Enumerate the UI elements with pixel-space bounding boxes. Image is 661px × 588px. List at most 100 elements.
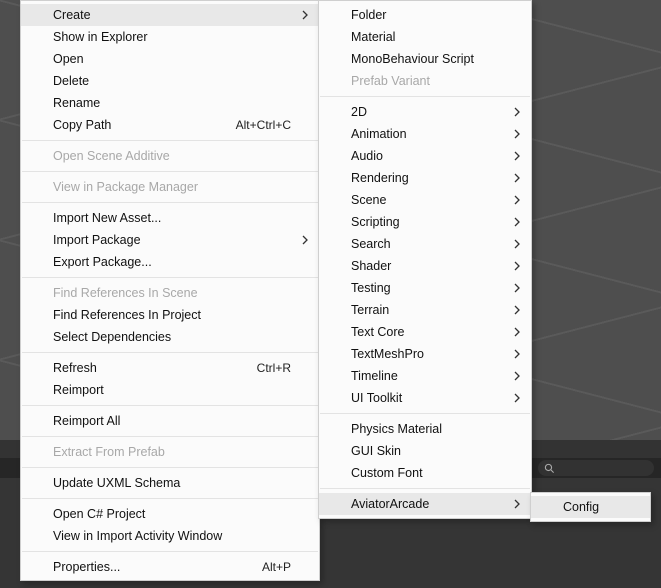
chevron-right-icon — [302, 229, 309, 251]
chevron-right-icon — [514, 343, 521, 365]
menu-separator — [22, 436, 318, 437]
menu-item-label: Text Core — [351, 321, 405, 343]
menu-item-custom-font[interactable]: Custom Font — [319, 462, 531, 484]
menu-item-reimport-all[interactable]: Reimport All — [21, 410, 319, 432]
menu-item-physics-material[interactable]: Physics Material — [319, 418, 531, 440]
chevron-right-icon — [514, 387, 521, 409]
menu-item-copy-path[interactable]: Copy Path Alt+Ctrl+C — [21, 114, 319, 136]
menu-item-label: AviatorArcade — [351, 493, 429, 515]
menu-item-refresh[interactable]: RefreshCtrl+R — [21, 357, 319, 379]
menu-item-show-in-explorer[interactable]: Show in Explorer — [21, 26, 319, 48]
menu-item-label: TextMeshPro — [351, 343, 424, 365]
menu-separator — [22, 277, 318, 278]
menu-item-terrain[interactable]: Terrain — [319, 299, 531, 321]
menu-item-find-references-in-scene: Find References In Scene — [21, 282, 319, 304]
menu-item-aviatorarcade[interactable]: AviatorArcade — [319, 493, 531, 515]
menu-item-config[interactable]: Config — [531, 496, 650, 518]
menu-item-text-core[interactable]: Text Core — [319, 321, 531, 343]
menu-separator — [320, 96, 530, 97]
menu-item-label: Terrain — [351, 299, 389, 321]
menu-item-prefab-variant: Prefab Variant — [319, 70, 531, 92]
menu-item-label: Timeline — [351, 365, 398, 387]
menu-item-rendering[interactable]: Rendering — [319, 167, 531, 189]
chevron-right-icon — [514, 277, 521, 299]
menu-item-label: Create — [53, 4, 91, 26]
menu-item-label: 2D — [351, 101, 367, 123]
menu-item-label: Refresh — [53, 357, 97, 379]
chevron-right-icon — [514, 211, 521, 233]
menu-item-label: Material — [351, 26, 395, 48]
menu-item-open-c-project[interactable]: Open C# Project — [21, 503, 319, 525]
menu-item-delete[interactable]: Delete — [21, 70, 319, 92]
menu-item-shader[interactable]: Shader — [319, 255, 531, 277]
menu-item-label: View in Import Activity Window — [53, 525, 222, 547]
menu-item-2d[interactable]: 2D — [319, 101, 531, 123]
menu-item-update-uxml-schema[interactable]: Update UXML Schema — [21, 472, 319, 494]
menu-separator — [22, 405, 318, 406]
menu-item-label: Config — [563, 496, 599, 518]
menu-item-label: Scene — [351, 189, 386, 211]
menu-item-animation[interactable]: Animation — [319, 123, 531, 145]
menu-item-import-new-asset[interactable]: Import New Asset... — [21, 207, 319, 229]
chevron-right-icon — [514, 255, 521, 277]
menu-item-label: Custom Font — [351, 462, 423, 484]
menu-item-label: Find References In Scene — [53, 282, 198, 304]
menu-item-view-in-import-activity-window[interactable]: View in Import Activity Window — [21, 525, 319, 547]
menu-item-label: Shader — [351, 255, 391, 277]
menu-item-reimport[interactable]: Reimport — [21, 379, 319, 401]
menu-item-timeline[interactable]: Timeline — [319, 365, 531, 387]
menu-item-monobehaviour-script[interactable]: MonoBehaviour Script — [319, 48, 531, 70]
menu-separator — [22, 467, 318, 468]
menu-item-label: Export Package... — [53, 251, 152, 273]
menu-item-material[interactable]: Material — [319, 26, 531, 48]
menu-item-find-references-in-project[interactable]: Find References In Project — [21, 304, 319, 326]
menu-item-search[interactable]: Search — [319, 233, 531, 255]
chevron-right-icon — [514, 233, 521, 255]
menu-item-textmeshpro[interactable]: TextMeshPro — [319, 343, 531, 365]
menu-separator — [22, 202, 318, 203]
menu-item-open[interactable]: Open — [21, 48, 319, 70]
menu-item-import-package[interactable]: Import Package — [21, 229, 319, 251]
search-input[interactable] — [538, 460, 654, 476]
menu-separator — [320, 488, 530, 489]
chevron-right-icon — [514, 123, 521, 145]
menu-item-gui-skin[interactable]: GUI Skin — [319, 440, 531, 462]
menu-item-shortcut: Alt+Ctrl+C — [216, 114, 291, 136]
menu-item-label: Delete — [53, 70, 89, 92]
menu-item-open-scene-additive: Open Scene Additive — [21, 145, 319, 167]
menu-item-scripting[interactable]: Scripting — [319, 211, 531, 233]
menu-item-folder[interactable]: Folder — [319, 4, 531, 26]
menu-item-label: Rename — [53, 92, 100, 114]
menu-item-label: Show in Explorer — [53, 26, 148, 48]
menu-item-label: Search — [351, 233, 391, 255]
menu-item-label: UI Toolkit — [351, 387, 402, 409]
chevron-right-icon — [514, 167, 521, 189]
chevron-right-icon — [514, 189, 521, 211]
menu-item-label: Import New Asset... — [53, 207, 161, 229]
menu-item-select-dependencies[interactable]: Select Dependencies — [21, 326, 319, 348]
menu-item-audio[interactable]: Audio — [319, 145, 531, 167]
menu-item-ui-toolkit[interactable]: UI Toolkit — [319, 387, 531, 409]
chevron-right-icon — [514, 321, 521, 343]
menu-separator — [22, 171, 318, 172]
menu-item-create[interactable]: Create — [21, 4, 319, 26]
menu-item-rename[interactable]: Rename — [21, 92, 319, 114]
chevron-right-icon — [514, 299, 521, 321]
chevron-right-icon — [514, 493, 521, 515]
menu-separator — [22, 498, 318, 499]
menu-item-testing[interactable]: Testing — [319, 277, 531, 299]
menu-item-scene[interactable]: Scene — [319, 189, 531, 211]
menu-item-label: MonoBehaviour Script — [351, 48, 474, 70]
context-menu-create: FolderMaterialMonoBehaviour ScriptPrefab… — [318, 0, 532, 519]
menu-item-label: Extract From Prefab — [53, 441, 165, 463]
menu-separator — [22, 551, 318, 552]
menu-item-label: Find References In Project — [53, 304, 201, 326]
menu-separator — [22, 352, 318, 353]
menu-item-label: Copy Path — [53, 114, 111, 136]
menu-item-label: Select Dependencies — [53, 326, 171, 348]
menu-item-export-package[interactable]: Export Package... — [21, 251, 319, 273]
context-menu-aviatorarcade: Config — [530, 492, 651, 522]
chevron-right-icon — [302, 4, 309, 26]
menu-item-label: Physics Material — [351, 418, 442, 440]
menu-item-properties[interactable]: Properties...Alt+P — [21, 556, 319, 578]
